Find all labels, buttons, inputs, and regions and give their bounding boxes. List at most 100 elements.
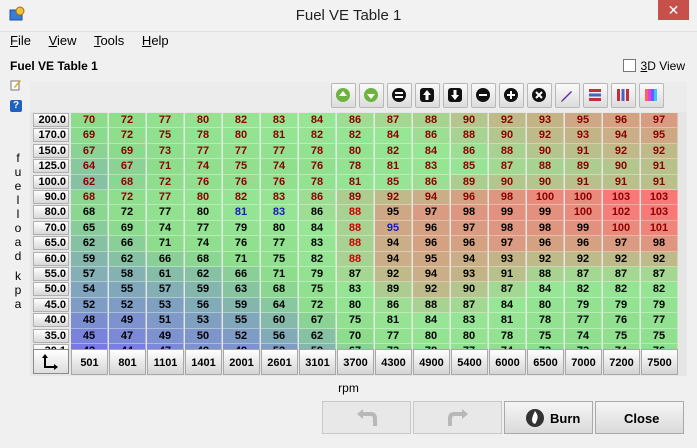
menu-file[interactable]: File [10,33,31,48]
ve-cell[interactable]: 82 [375,143,412,160]
ve-cell[interactable]: 75 [527,328,564,344]
ve-cell[interactable]: 86 [413,128,450,144]
ve-cell[interactable]: 92 [603,251,640,267]
y-axis-value[interactable]: 90.0 [33,190,69,204]
ve-cell[interactable]: 87 [603,267,640,283]
ve-cell[interactable]: 91 [565,174,602,190]
ve-cell[interactable]: 62 [299,328,336,344]
ve-cell[interactable]: 79 [299,267,336,283]
ve-cell[interactable]: 88 [337,251,374,267]
ve-cell[interactable]: 69 [71,128,108,144]
ve-cell[interactable]: 55 [223,313,260,329]
ve-cell[interactable]: 76 [223,174,260,190]
ve-cell[interactable]: 94 [413,267,450,283]
ve-cell[interactable]: 83 [451,313,488,329]
ve-cell[interactable]: 57 [147,282,184,298]
ve-cell[interactable]: 62 [109,251,146,267]
ve-cell[interactable]: 100 [565,190,602,206]
ve-cell[interactable]: 51 [147,313,184,329]
ve-cell[interactable]: 74 [185,159,222,175]
ve-cell[interactable]: 75 [299,282,336,298]
ve-cell[interactable]: 71 [147,236,184,252]
ve-cell[interactable]: 80 [413,328,450,344]
ve-cell[interactable]: 97 [603,236,640,252]
ve-cell[interactable]: 86 [375,297,412,314]
ve-cell[interactable]: 103 [641,205,678,221]
ve-cell[interactable]: 100 [603,220,640,237]
x-axis-value[interactable]: 2001 [223,349,260,375]
ve-cell[interactable]: 64 [261,297,298,314]
ve-cell[interactable]: 62 [185,267,222,283]
swap-axes-button[interactable] [33,349,69,374]
ve-cell[interactable]: 74 [147,220,184,237]
close-window-button[interactable]: ✕ [658,0,689,20]
ve-cell[interactable]: 59 [71,251,108,267]
ve-cell[interactable]: 92 [641,251,678,267]
x-axis-value[interactable]: 7200 [603,349,640,375]
ve-cell[interactable]: 83 [261,113,298,129]
ve-cell[interactable]: 80 [185,205,222,221]
ve-cell[interactable]: 97 [641,113,678,129]
ve-cell[interactable]: 65 [71,220,108,237]
ve-cell[interactable]: 76 [261,174,298,190]
ve-cell[interactable]: 76 [185,174,222,190]
ve-cell[interactable]: 82 [337,128,374,144]
ve-cell[interactable]: 81 [261,128,298,144]
ve-cell[interactable]: 84 [489,297,526,314]
ve-cell[interactable]: 102 [603,205,640,221]
ve-cell[interactable]: 84 [413,313,450,329]
ve-cell[interactable]: 50 [185,328,222,344]
ve-cell[interactable]: 83 [413,159,450,175]
y-axis-value[interactable]: 70.0 [33,220,69,235]
ve-cell[interactable]: 92 [375,190,412,206]
menu-view[interactable]: View [49,33,77,48]
ve-cell[interactable]: 88 [337,220,374,237]
ve-cell[interactable]: 90 [603,159,640,175]
ve-cell[interactable]: 69 [109,143,146,160]
ve-cell[interactable]: 78 [527,313,564,329]
ve-cell[interactable]: 81 [337,174,374,190]
ve-cell[interactable]: 71 [261,267,298,283]
ve-cell[interactable]: 76 [299,159,336,175]
x-axis-value[interactable]: 7500 [641,349,678,375]
ve-cell[interactable]: 79 [641,297,678,314]
ve-cell[interactable]: 95 [413,251,450,267]
ve-cell[interactable]: 92 [603,143,640,160]
pencil-button[interactable] [555,83,580,108]
ve-cell[interactable]: 81 [375,159,412,175]
ve-cell[interactable]: 95 [565,113,602,129]
ve-cell[interactable]: 78 [489,328,526,344]
ve-cell[interactable]: 84 [375,128,412,144]
ve-cell[interactable]: 87 [375,113,412,129]
x-axis-value[interactable]: 3101 [299,349,336,375]
ve-cell[interactable]: 90 [527,174,564,190]
ve-cell[interactable]: 78 [299,174,336,190]
ve-cell[interactable]: 48 [71,313,108,329]
ve-cell[interactable]: 99 [565,220,602,237]
ve-cell[interactable]: 71 [223,251,260,267]
ve-cell[interactable]: 98 [489,190,526,206]
horizontal-interpolate-button[interactable] [583,83,608,108]
ve-cell[interactable]: 54 [71,282,108,298]
ve-cell[interactable]: 73 [147,143,184,160]
ve-cell[interactable]: 68 [109,174,146,190]
ve-cell[interactable]: 99 [527,205,564,221]
ve-cell[interactable]: 72 [109,205,146,221]
help-icon[interactable]: ? [10,100,22,112]
ve-cell[interactable]: 96 [413,236,450,252]
ve-cell[interactable]: 97 [489,236,526,252]
ve-cell[interactable]: 82 [223,113,260,129]
ve-cell[interactable]: 80 [451,328,488,344]
ve-cell[interactable]: 61 [147,267,184,283]
ve-cell[interactable]: 63 [223,282,260,298]
ve-cell[interactable]: 80 [261,220,298,237]
ve-cell[interactable]: 74 [565,328,602,344]
ve-cell[interactable]: 66 [223,267,260,283]
y-axis-value[interactable]: 100.0 [33,174,69,189]
ve-cell[interactable]: 92 [527,251,564,267]
ve-cell[interactable]: 80 [527,297,564,314]
view-3d-checkbox[interactable] [622,59,636,72]
ve-cell[interactable]: 77 [261,143,298,160]
ve-cell[interactable]: 97 [413,205,450,221]
ve-cell[interactable]: 101 [641,220,678,237]
